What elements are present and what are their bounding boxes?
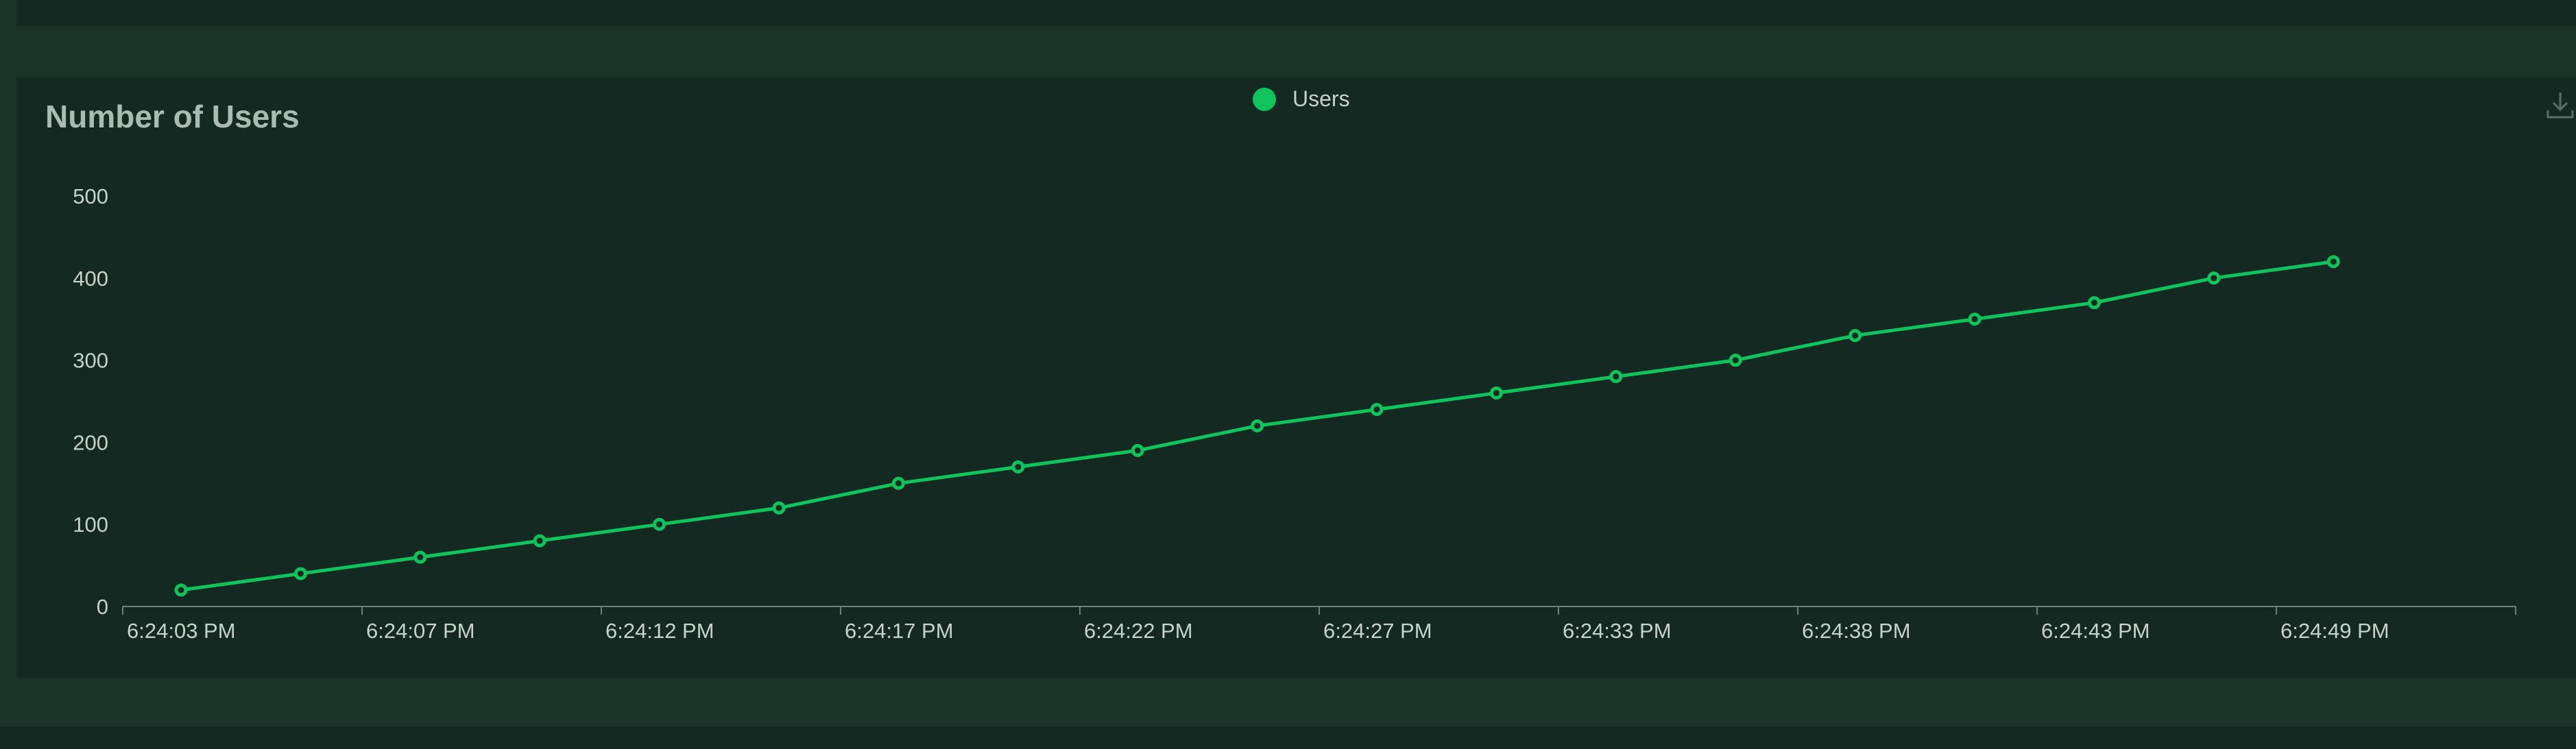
data-point[interactable] [413, 550, 427, 564]
data-point[interactable] [653, 517, 666, 531]
data-point[interactable] [1729, 354, 1742, 367]
x-tick-label: 6:24:22 PM [1084, 619, 1193, 643]
y-tick-label: 100 [73, 513, 108, 537]
data-point[interactable] [1968, 312, 1982, 326]
x-tick-label: 6:24:38 PM [1802, 619, 1911, 643]
chart-title: Number of Users [45, 99, 300, 134]
bottom-panel-strip [0, 726, 2576, 749]
data-point[interactable] [293, 567, 307, 580]
data-point[interactable] [772, 501, 786, 515]
users-chart-panel: 0 100 200 300 400 500 6:24:03 PM 6:24:07 PM 6:24… [16, 77, 2576, 678]
x-tick-label: 6:24:33 PM [1563, 619, 1672, 643]
x-tick-label: 6:24:07 PM [366, 619, 475, 643]
data-point[interactable] [2207, 271, 2221, 285]
x-tick-label: 6:24:43 PM [2041, 619, 2150, 643]
data-point[interactable] [1131, 443, 1144, 457]
y-tick-label: 500 [73, 184, 108, 208]
y-tick-label: 400 [73, 267, 108, 291]
chart-legend[interactable]: Users [1253, 86, 1350, 112]
legend-marker-users [1253, 87, 1276, 111]
data-point[interactable] [2326, 255, 2340, 269]
x-tick-label: 6:24:17 PM [845, 619, 954, 643]
data-point[interactable] [533, 534, 546, 548]
y-tick-label: 200 [73, 430, 108, 454]
data-point[interactable] [1251, 419, 1264, 432]
data-point[interactable] [1609, 370, 1623, 384]
data-point[interactable] [891, 476, 905, 490]
data-point[interactable] [2087, 296, 2101, 310]
y-tick-label: 0 [97, 595, 108, 619]
y-tick-label: 300 [73, 349, 108, 373]
data-point[interactable] [1489, 386, 1503, 400]
top-panel-strip [16, 0, 2576, 26]
x-tick-label: 6:24:03 PM [127, 619, 236, 643]
legend-label-users: Users [1292, 86, 1350, 111]
chart-plot: 0 100 200 300 400 500 6:24:03 PM 6:24:07 PM 6:24… [73, 184, 2516, 643]
x-tick-label: 6:24:49 PM [2280, 619, 2390, 643]
data-point[interactable] [1849, 329, 1862, 343]
download-icon[interactable] [2544, 90, 2576, 121]
x-tick-label: 6:24:12 PM [605, 619, 714, 643]
x-tick-label: 6:24:27 PM [1323, 619, 1432, 643]
data-point[interactable] [1011, 460, 1025, 474]
data-point[interactable] [1370, 402, 1384, 416]
data-point[interactable] [174, 583, 188, 597]
